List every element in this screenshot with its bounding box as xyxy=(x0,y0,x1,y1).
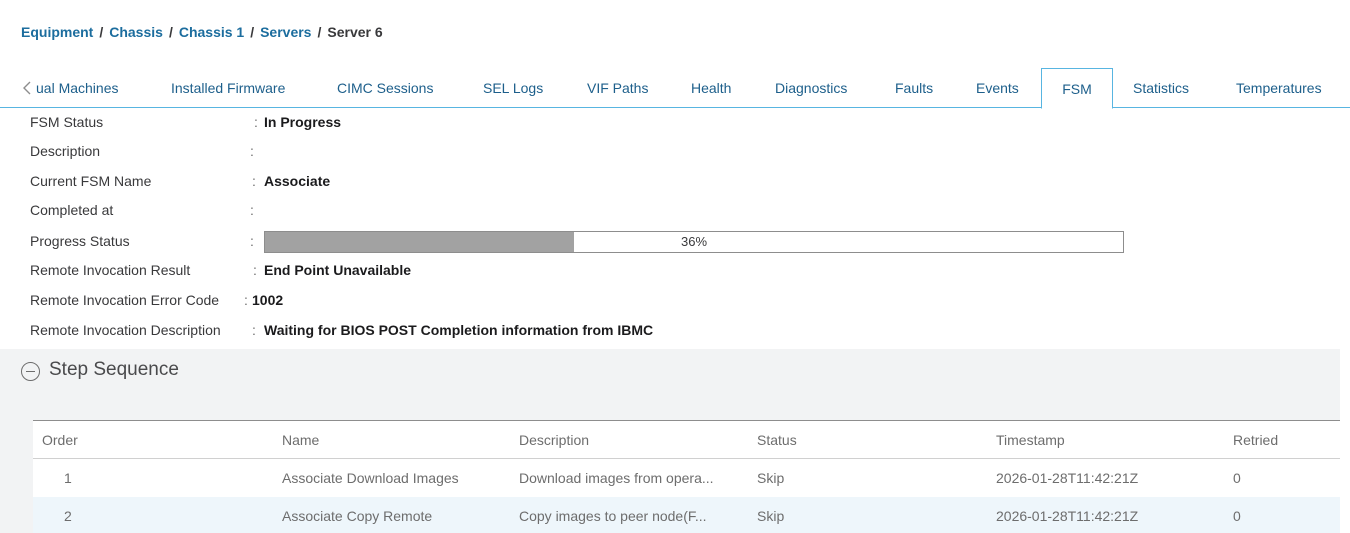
colon: : xyxy=(252,173,256,189)
colon: : xyxy=(250,202,254,218)
breadcrumb-chassis-1[interactable]: Chassis 1 xyxy=(179,24,244,40)
cell-description: Copy images to peer node(F... xyxy=(519,508,707,524)
breadcrumb-separator: / xyxy=(99,24,104,40)
breadcrumb: Equipment / Chassis / Chassis 1 / Servers / Serv… xyxy=(21,24,383,40)
cell-order: 2 xyxy=(64,508,72,524)
colon: : xyxy=(250,143,254,159)
breadcrumb-servers[interactable]: Servers xyxy=(260,24,311,40)
cell-status: Skip xyxy=(757,470,785,486)
remote-error-code-value: 1002 xyxy=(252,292,284,308)
remote-description-value: Waiting for BIOS POST Completion informa… xyxy=(264,322,654,338)
cell-name: Associate Copy Remote xyxy=(282,508,433,524)
tab-fsm[interactable]: FSM xyxy=(1041,68,1113,109)
tab-diagnostics[interactable]: Diagnostics xyxy=(775,68,847,108)
tab-bar: ual Machines Installed Firmware CIMC Ses… xyxy=(0,68,1350,109)
column-header-timestamp[interactable]: Timestamp xyxy=(996,421,1065,459)
breadcrumb-current: Server 6 xyxy=(327,24,383,40)
progress-bar: 36% xyxy=(264,231,1124,253)
fsm-status-label: FSM Status xyxy=(30,114,104,130)
column-header-name[interactable]: Name xyxy=(282,421,319,459)
colon: : xyxy=(250,233,254,249)
cell-status: Skip xyxy=(757,508,785,524)
current-fsm-name-value: Associate xyxy=(264,173,331,189)
colon: : xyxy=(254,114,258,130)
remote-result-value: End Point Unavailable xyxy=(264,262,412,278)
breadcrumb-separator: / xyxy=(317,24,322,40)
breadcrumb-chassis[interactable]: Chassis xyxy=(109,24,163,40)
tab-events[interactable]: Events xyxy=(976,68,1019,108)
step-sequence-table: Order Name Description Status Timestamp … xyxy=(33,420,1340,533)
cell-retried: 0 xyxy=(1233,470,1241,486)
cell-retried: 0 xyxy=(1233,508,1241,524)
current-fsm-name-label: Current FSM Name xyxy=(30,173,152,189)
tab-cimc-sessions[interactable]: CIMC Sessions xyxy=(337,68,433,108)
cell-name: Associate Download Images xyxy=(282,470,459,486)
column-header-description[interactable]: Description xyxy=(519,421,589,459)
cell-description: Download images from opera... xyxy=(519,470,714,486)
table-row[interactable]: 2 Associate Copy Remote Copy images to p… xyxy=(33,497,1340,533)
tab-health[interactable]: Health xyxy=(691,68,731,108)
tab-temperatures[interactable]: Temperatures xyxy=(1236,68,1322,108)
step-sequence-header[interactable]: Step Sequence xyxy=(0,349,1340,394)
column-header-retried[interactable]: Retried xyxy=(1233,421,1278,459)
progress-status-label: Progress Status xyxy=(30,233,130,249)
column-header-status[interactable]: Status xyxy=(757,421,797,459)
tab-virtual-machines[interactable]: ual Machines xyxy=(36,68,119,108)
tab-sel-logs[interactable]: SEL Logs xyxy=(483,68,543,108)
colon: : xyxy=(252,322,256,338)
breadcrumb-separator: / xyxy=(168,24,173,40)
tab-faults[interactable]: Faults xyxy=(895,68,933,108)
completed-at-label: Completed at xyxy=(30,202,114,218)
remote-description-label: Remote Invocation Description xyxy=(30,322,221,338)
breadcrumb-equipment[interactable]: Equipment xyxy=(21,24,93,40)
tab-vif-paths[interactable]: VIF Paths xyxy=(587,68,648,108)
collapse-icon[interactable] xyxy=(21,362,40,381)
remote-result-label: Remote Invocation Result xyxy=(30,262,191,278)
tab-installed-firmware[interactable]: Installed Firmware xyxy=(171,68,285,108)
remote-error-code-label: Remote Invocation Error Code xyxy=(30,292,220,308)
fsm-status-value: In Progress xyxy=(264,114,342,130)
column-header-order[interactable]: Order xyxy=(42,421,78,459)
step-sequence-title: Step Sequence xyxy=(49,359,179,380)
tab-statistics[interactable]: Statistics xyxy=(1133,68,1189,108)
breadcrumb-separator: / xyxy=(250,24,255,40)
progress-percent-text: 36% xyxy=(680,234,708,249)
colon: : xyxy=(244,292,248,308)
cell-timestamp: 2026-01-28T11:42:21Z xyxy=(996,470,1139,486)
colon: : xyxy=(253,262,257,278)
table-header: Order Name Description Status Timestamp … xyxy=(33,421,1340,459)
description-label: Description xyxy=(30,143,101,159)
cell-order: 1 xyxy=(64,470,72,486)
cell-timestamp: 2026-01-28T11:42:21Z xyxy=(996,508,1139,524)
table-row[interactable]: 1 Associate Download Images Download ima… xyxy=(33,459,1340,497)
